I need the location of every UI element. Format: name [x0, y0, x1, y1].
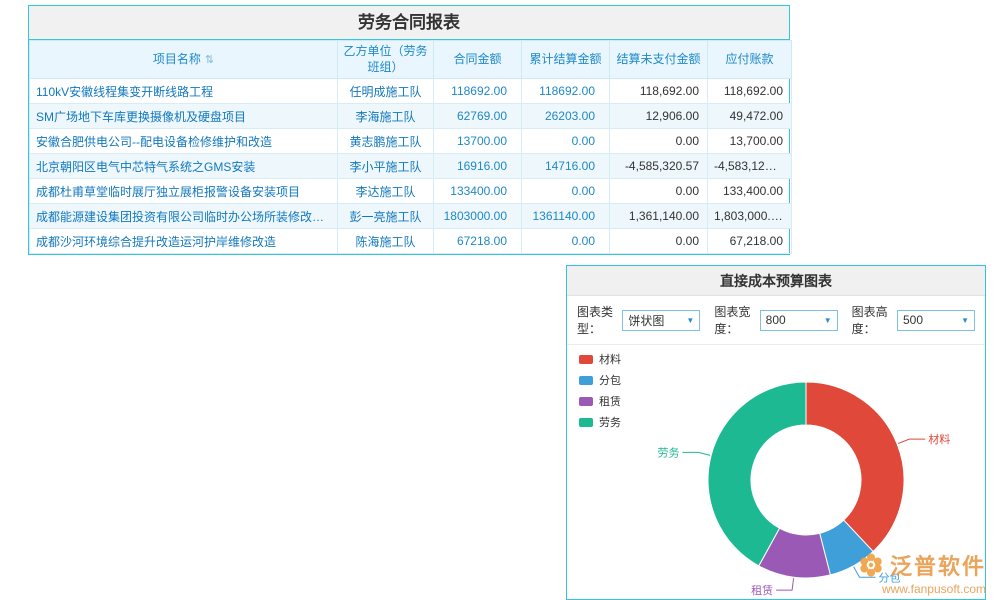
party-b-unit-cell[interactable]: 黄志鹏施工队	[338, 129, 434, 154]
table-row: SM广场地下车库更换摄像机及硬盘项目李海施工队62769.0026203.001…	[30, 104, 792, 129]
chart-width-select[interactable]: 800 ▼	[760, 310, 838, 331]
watermark: 泛普软件 www.fanpusoft.com	[858, 549, 986, 596]
party-b-unit-cell[interactable]: 彭一亮施工队	[338, 204, 434, 229]
chart-title: 直接成本预算图表	[567, 266, 985, 296]
chart-type-label: 图表类型：	[577, 303, 618, 337]
legend-item[interactable]: 分包	[579, 372, 621, 388]
payable-cell: 133,400.00	[708, 179, 792, 204]
pie-label-line	[682, 452, 710, 455]
chevron-down-icon: ▼	[961, 316, 969, 325]
table-row: 北京朝阳区电气中芯特气系统之GMS安装李小平施工队16916.0014716.0…	[30, 154, 792, 179]
table-row: 成都沙河环境综合提升改造运河护岸维修改造陈海施工队67218.000.000.0…	[30, 229, 792, 254]
watermark-url: www.fanpusoft.com	[858, 582, 986, 596]
column-header-unpaid-amount: 结算未支付金额	[610, 41, 708, 79]
unpaid-amount-cell: 0.00	[610, 229, 708, 254]
contract-amount-cell: 133400.00	[434, 179, 522, 204]
table-row: 成都杜甫草堂临时展厅独立展柜报警设备安装项目李达施工队133400.000.00…	[30, 179, 792, 204]
chart-type-select[interactable]: 饼状图 ▼	[622, 310, 700, 331]
unpaid-amount-cell: 0.00	[610, 179, 708, 204]
payable-cell: 1,803,000.00	[708, 204, 792, 229]
column-header-contract-amount: 合同金额	[434, 41, 522, 79]
unpaid-amount-cell: 12,906.00	[610, 104, 708, 129]
sort-icon[interactable]: ⇅	[205, 54, 214, 66]
legend-item[interactable]: 租赁	[579, 393, 621, 409]
legend-swatch-icon	[579, 418, 593, 427]
pie-label: 材料	[928, 432, 950, 446]
legend-item[interactable]: 材料	[579, 351, 621, 367]
contract-amount-cell: 118692.00	[434, 79, 522, 104]
chart-height-label: 图表高度：	[852, 303, 893, 337]
legend-item[interactable]: 劳务	[579, 414, 621, 430]
project-name-cell[interactable]: 安徽合肥供电公司--配电设备检修维护和改造	[30, 129, 338, 154]
table-row: 成都能源建设集团投资有限公司临时办公场所装修改造工程EPC彭一亮施工队18030…	[30, 204, 792, 229]
chart-type-control: 图表类型： 饼状图 ▼	[577, 303, 700, 337]
party-b-unit-cell[interactable]: 任明成施工队	[338, 79, 434, 104]
chart-legend: 材料分包租赁劳务	[579, 351, 621, 435]
report-table-body: 110kV安徽线程集变开断线路工程任明成施工队118692.00118692.0…	[30, 79, 792, 254]
chart-height-select[interactable]: 500 ▼	[897, 310, 975, 331]
legend-label: 劳务	[599, 414, 621, 430]
legend-swatch-icon	[579, 355, 593, 364]
contract-amount-cell: 13700.00	[434, 129, 522, 154]
project-name-cell[interactable]: 成都能源建设集团投资有限公司临时办公场所装修改造工程EPC	[30, 204, 338, 229]
project-name-cell[interactable]: 成都沙河环境综合提升改造运河护岸维修改造	[30, 229, 338, 254]
payable-cell: 118,692.00	[708, 79, 792, 104]
settled-amount-cell: 26203.00	[522, 104, 610, 129]
pie-label-line	[776, 578, 794, 590]
settled-amount-cell: 1361140.00	[522, 204, 610, 229]
payable-cell: -4,583,120.57	[708, 154, 792, 179]
legend-label: 分包	[599, 372, 621, 388]
pie-label-line	[898, 439, 925, 443]
watermark-brand: 泛普软件	[890, 549, 986, 581]
column-header-payable: 应付账款	[708, 41, 792, 79]
unpaid-amount-cell: 118,692.00	[610, 79, 708, 104]
party-b-unit-cell[interactable]: 李达施工队	[338, 179, 434, 204]
table-row: 110kV安徽线程集变开断线路工程任明成施工队118692.00118692.0…	[30, 79, 792, 104]
pie-label: 劳务	[657, 446, 679, 459]
chevron-down-icon: ▼	[824, 316, 832, 325]
legend-swatch-icon	[579, 397, 593, 406]
contract-amount-cell: 62769.00	[434, 104, 522, 129]
pie-label: 租赁	[751, 583, 773, 597]
project-name-cell[interactable]: 110kV安徽线程集变开断线路工程	[30, 79, 338, 104]
unpaid-amount-cell: 0.00	[610, 129, 708, 154]
fanpu-logo-icon	[858, 552, 884, 578]
chevron-down-icon: ▼	[686, 316, 694, 325]
payable-cell: 67,218.00	[708, 229, 792, 254]
column-header-settled-amount: 累计结算金额	[522, 41, 610, 79]
report-title: 劳务合同报表	[29, 6, 789, 40]
settled-amount-cell: 0.00	[522, 129, 610, 154]
project-name-cell[interactable]: 成都杜甫草堂临时展厅独立展柜报警设备安装项目	[30, 179, 338, 204]
unpaid-amount-cell: -4,585,320.57	[610, 154, 708, 179]
settled-amount-cell: 0.00	[522, 229, 610, 254]
chart-width-label: 图表宽度：	[714, 303, 755, 337]
settled-amount-cell: 118692.00	[522, 79, 610, 104]
settled-amount-cell: 14716.00	[522, 154, 610, 179]
table-header-row: 项目名称⇅ 乙方单位（劳务班组） 合同金额 累计结算金额 结算未支付金额 应付账…	[30, 41, 792, 79]
table-row: 安徽合肥供电公司--配电设备检修维护和改造黄志鹏施工队13700.000.000…	[30, 129, 792, 154]
party-b-unit-cell[interactable]: 李海施工队	[338, 104, 434, 129]
party-b-unit-cell[interactable]: 陈海施工队	[338, 229, 434, 254]
project-name-cell[interactable]: 北京朝阳区电气中芯特气系统之GMS安装	[30, 154, 338, 179]
column-header-project-name[interactable]: 项目名称⇅	[30, 41, 338, 79]
report-table: 项目名称⇅ 乙方单位（劳务班组） 合同金额 累计结算金额 结算未支付金额 应付账…	[29, 40, 792, 254]
party-b-unit-cell[interactable]: 李小平施工队	[338, 154, 434, 179]
contract-amount-cell: 16916.00	[434, 154, 522, 179]
project-name-cell[interactable]: SM广场地下车库更换摄像机及硬盘项目	[30, 104, 338, 129]
chart-height-control: 图表高度： 500 ▼	[852, 303, 975, 337]
settled-amount-cell: 0.00	[522, 179, 610, 204]
contract-amount-cell: 1803000.00	[434, 204, 522, 229]
labor-contract-report-panel: 劳务合同报表 项目名称⇅ 乙方单位（劳务班组） 合同金额 累计结算金额 结算未支…	[28, 5, 790, 255]
column-header-party-b-unit: 乙方单位（劳务班组）	[338, 41, 434, 79]
legend-label: 租赁	[599, 393, 621, 409]
chart-controls: 图表类型： 饼状图 ▼ 图表宽度： 800 ▼ 图表高度： 500 ▼	[567, 296, 985, 345]
unpaid-amount-cell: 1,361,140.00	[610, 204, 708, 229]
pie-segment[interactable]	[806, 382, 904, 551]
payable-cell: 13,700.00	[708, 129, 792, 154]
chart-width-control: 图表宽度： 800 ▼	[714, 303, 837, 337]
legend-swatch-icon	[579, 376, 593, 385]
contract-amount-cell: 67218.00	[434, 229, 522, 254]
legend-label: 材料	[599, 351, 621, 367]
payable-cell: 49,472.00	[708, 104, 792, 129]
